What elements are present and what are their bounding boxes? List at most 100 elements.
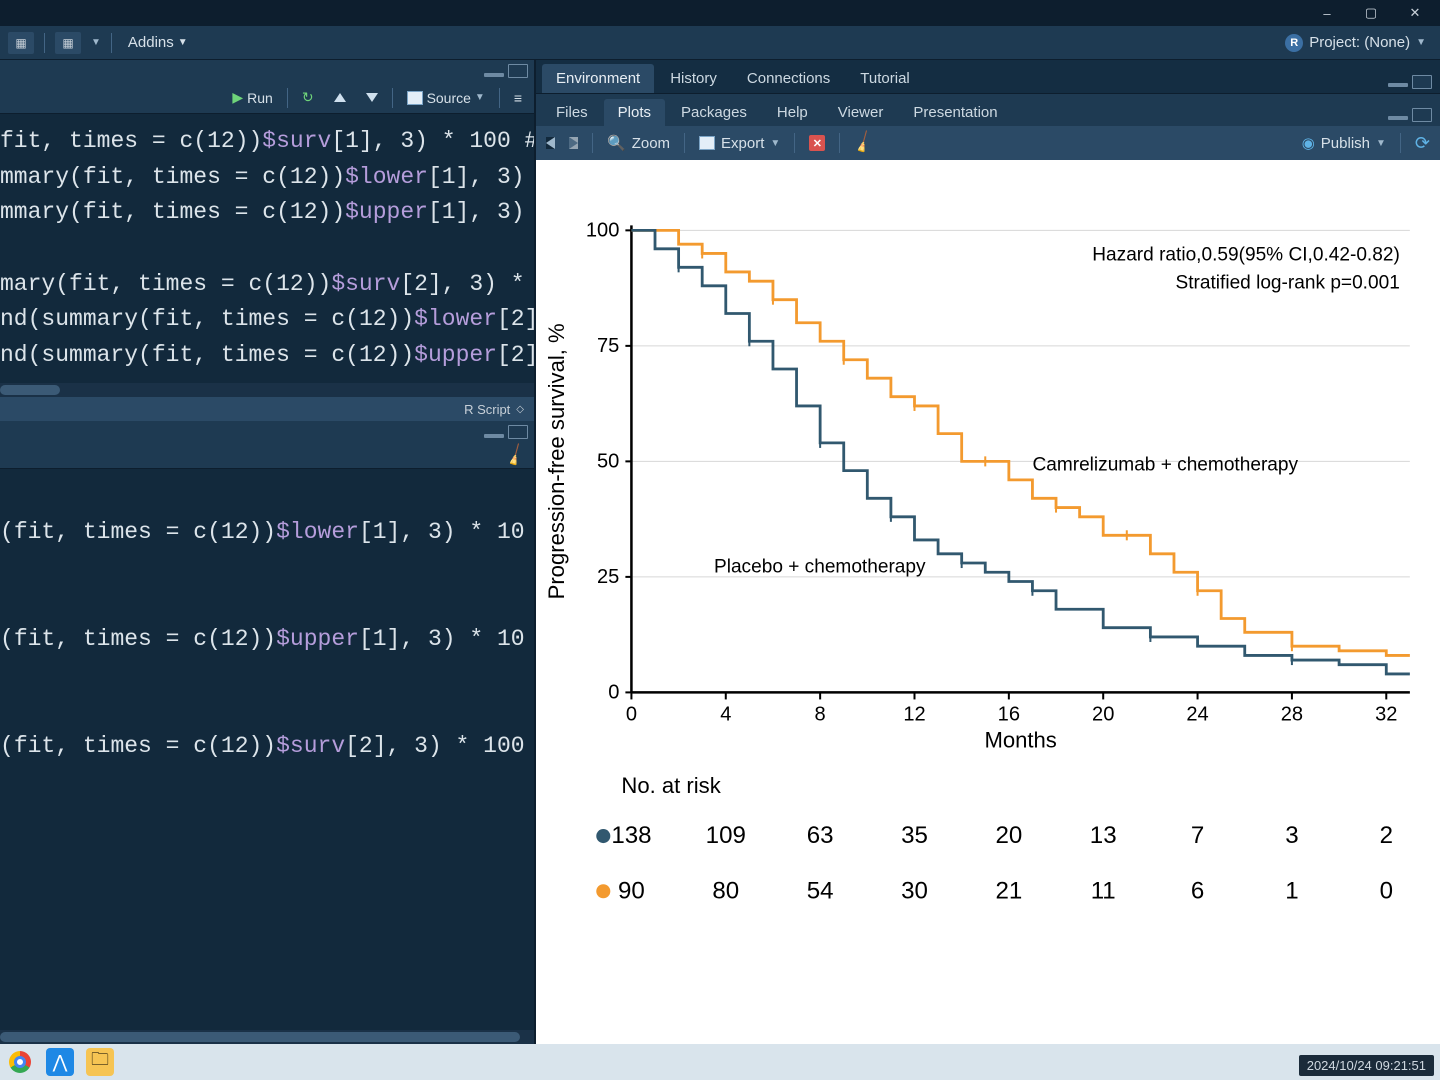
svg-text:2: 2 bbox=[1380, 822, 1393, 849]
svg-text:75: 75 bbox=[597, 335, 619, 357]
window-titlebar: – ▢ ✕ bbox=[0, 0, 1440, 26]
separator bbox=[287, 88, 288, 108]
console-output[interactable]: (fit, times = c(12))$lower[1], 3) * 10 (… bbox=[0, 469, 534, 1030]
svg-text:Progression-free survival, %: Progression-free survival, % bbox=[544, 323, 569, 599]
pane-minimize-icon[interactable] bbox=[1388, 116, 1408, 120]
console-toolbar: 🧹 bbox=[0, 443, 534, 469]
play-icon: ▶ bbox=[232, 89, 243, 106]
chrome-icon[interactable] bbox=[6, 1048, 34, 1076]
svg-text:30: 30 bbox=[901, 877, 928, 904]
toolbar-icon-grid[interactable]: ▦ bbox=[55, 32, 81, 54]
console-pane-header bbox=[0, 421, 534, 443]
plot-clear-button[interactable]: 🧹 bbox=[854, 133, 874, 153]
pane-minimize-icon[interactable] bbox=[484, 73, 504, 77]
svg-text:54: 54 bbox=[807, 877, 834, 904]
separator bbox=[592, 133, 593, 153]
rerun-button[interactable]: ↻ bbox=[296, 87, 320, 108]
svg-text:Hazard ratio,0.59(95% CI,0.42-: Hazard ratio,0.59(95% CI,0.42-0.82) bbox=[1092, 244, 1400, 265]
document-icon bbox=[407, 91, 423, 105]
separator bbox=[794, 133, 795, 153]
outline-button[interactable]: ≡ bbox=[508, 88, 528, 108]
go-down-button[interactable] bbox=[360, 91, 384, 104]
source-editor[interactable]: fit, times = c(12))$surv[1], 3) * 100 # … bbox=[0, 114, 534, 383]
source-h-scrollbar[interactable] bbox=[0, 383, 534, 397]
run-button[interactable]: ▶ Run bbox=[226, 87, 278, 108]
svg-text:0: 0 bbox=[608, 681, 619, 703]
caret-up-down-icon: ◇ bbox=[516, 404, 524, 415]
pane-minimize-icon[interactable] bbox=[484, 434, 504, 438]
file-explorer-icon[interactable]: 🗀 bbox=[86, 1048, 114, 1076]
caret-down-icon: ▼ bbox=[475, 92, 485, 103]
survival-plot: 0255075100048121620242832MonthsProgressi… bbox=[536, 160, 1440, 1044]
svg-text:21: 21 bbox=[995, 877, 1022, 904]
separator bbox=[839, 133, 840, 153]
pane-maximize-icon[interactable] bbox=[1412, 108, 1432, 122]
arrow-up-icon bbox=[334, 93, 346, 102]
plot-zoom-button[interactable]: 🔍 Zoom bbox=[607, 134, 670, 152]
console-h-scrollbar[interactable] bbox=[0, 1030, 534, 1044]
tab-help[interactable]: Help bbox=[763, 99, 822, 126]
svg-text:25: 25 bbox=[597, 566, 619, 588]
zoom-label: Zoom bbox=[632, 135, 670, 152]
window-maximize-button[interactable]: ▢ bbox=[1350, 0, 1392, 26]
pane-maximize-icon[interactable] bbox=[508, 425, 528, 439]
arrow-left-icon bbox=[546, 137, 555, 149]
addins-label: Addins bbox=[128, 34, 174, 51]
svg-text:0: 0 bbox=[1380, 877, 1393, 904]
svg-text:109: 109 bbox=[706, 822, 746, 849]
project-menu[interactable]: R Project: (None) ▼ bbox=[1279, 32, 1432, 54]
tab-connections[interactable]: Connections bbox=[733, 64, 844, 93]
svg-text:13: 13 bbox=[1090, 822, 1117, 849]
refresh-icon[interactable]: ⟳ bbox=[1415, 133, 1430, 154]
top-right-tabs: EnvironmentHistoryConnectionsTutorial bbox=[536, 60, 1440, 94]
svg-text:No. at risk: No. at risk bbox=[621, 773, 721, 798]
source-language-label[interactable]: R Script bbox=[464, 402, 510, 417]
pane-maximize-icon[interactable] bbox=[508, 64, 528, 78]
svg-text:28: 28 bbox=[1281, 704, 1303, 726]
pane-minimize-icon[interactable] bbox=[1388, 83, 1408, 87]
caret-down-icon: ▼ bbox=[1416, 37, 1426, 48]
plot-prev-button[interactable] bbox=[546, 137, 555, 149]
app-icon-blue[interactable]: ⋀ bbox=[46, 1048, 74, 1076]
svg-text:138: 138 bbox=[611, 822, 651, 849]
magnifier-icon: 🔍 bbox=[607, 134, 626, 152]
svg-text:32: 32 bbox=[1375, 704, 1397, 726]
plot-publish-button[interactable]: ◉ Publish ▼ bbox=[1302, 134, 1386, 152]
svg-text:20: 20 bbox=[995, 822, 1022, 849]
svg-text:80: 80 bbox=[712, 877, 739, 904]
svg-text:Stratified log-rank p=0.001: Stratified log-rank p=0.001 bbox=[1176, 273, 1400, 294]
tab-environment[interactable]: Environment bbox=[542, 64, 654, 93]
arrow-right-icon bbox=[569, 137, 578, 149]
separator bbox=[44, 33, 45, 53]
tab-plots[interactable]: Plots bbox=[604, 99, 665, 126]
toolbar-icon-a[interactable]: ▦ bbox=[8, 32, 34, 54]
tab-history[interactable]: History bbox=[656, 64, 731, 93]
svg-text:0: 0 bbox=[626, 704, 637, 726]
source-button[interactable]: Source ▼ bbox=[401, 88, 491, 108]
tab-files[interactable]: Files bbox=[542, 99, 602, 126]
plot-remove-button[interactable]: ✕ bbox=[809, 135, 825, 151]
addins-menu[interactable]: Addins ▼ bbox=[122, 32, 194, 53]
tab-viewer[interactable]: Viewer bbox=[824, 99, 898, 126]
main-toolbar: ▦ ▦ ▼ Addins ▼ R Project: (None) ▼ bbox=[0, 26, 1440, 60]
plot-export-button[interactable]: Export ▼ bbox=[699, 135, 780, 152]
source-status-bar: R Script ◇ bbox=[0, 397, 534, 421]
window-minimize-button[interactable]: – bbox=[1306, 0, 1348, 26]
svg-text:24: 24 bbox=[1186, 704, 1208, 726]
svg-text:Placebo + chemotherapy: Placebo + chemotherapy bbox=[714, 556, 926, 577]
separator bbox=[392, 88, 393, 108]
clear-console-icon[interactable]: 🧹 bbox=[502, 442, 529, 469]
tab-presentation[interactable]: Presentation bbox=[899, 99, 1011, 126]
window-close-button[interactable]: ✕ bbox=[1394, 0, 1436, 26]
plot-next-button[interactable] bbox=[569, 137, 578, 149]
pane-maximize-icon[interactable] bbox=[1412, 75, 1432, 89]
svg-text:100: 100 bbox=[586, 219, 620, 241]
publish-label: Publish bbox=[1321, 135, 1370, 152]
svg-text:35: 35 bbox=[901, 822, 928, 849]
tab-tutorial[interactable]: Tutorial bbox=[846, 64, 923, 93]
go-up-button[interactable] bbox=[328, 91, 352, 104]
caret-down-icon: ▼ bbox=[770, 138, 780, 149]
svg-text:4: 4 bbox=[720, 704, 731, 726]
tab-packages[interactable]: Packages bbox=[667, 99, 761, 126]
run-label: Run bbox=[247, 90, 273, 106]
